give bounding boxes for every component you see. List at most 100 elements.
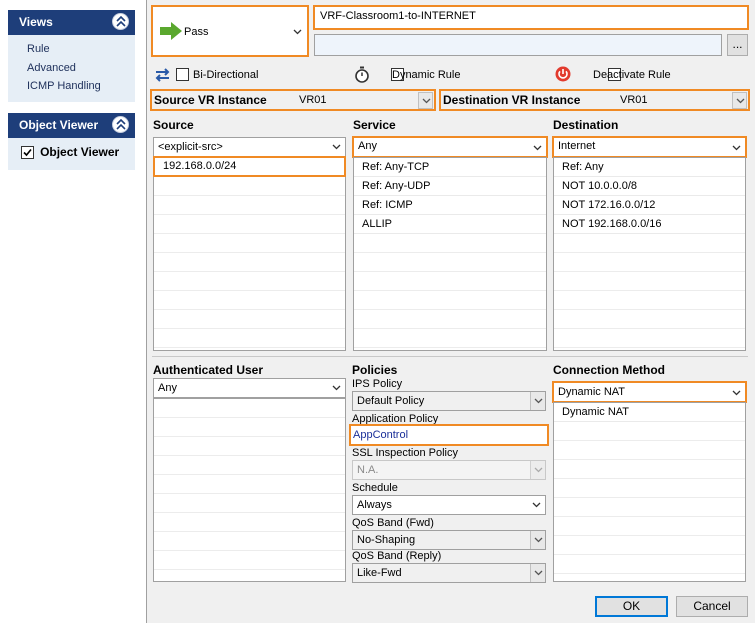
- chevron-down-icon: [293, 29, 302, 35]
- chevron-down-icon: [530, 564, 545, 582]
- bidirectional-checkbox[interactable]: [176, 68, 189, 81]
- chevron-down-icon: [732, 390, 741, 396]
- service-header: Service: [353, 118, 396, 132]
- qos-fwd-value: No-Shaping: [357, 534, 416, 546]
- connection-method-select[interactable]: Dynamic NAT: [552, 381, 747, 403]
- chevron-down-icon: [530, 392, 545, 410]
- schedule-label: Schedule: [352, 482, 398, 494]
- object-viewer-checkbox-label: Object Viewer: [40, 145, 120, 159]
- collapse-icon[interactable]: [112, 116, 129, 133]
- chevron-down-icon: [732, 145, 741, 151]
- destination-vr-row: Destination VR Instance VR01: [439, 89, 750, 111]
- chevron-down-icon: [332, 385, 341, 391]
- ips-policy-label: IPS Policy: [352, 378, 403, 390]
- bidirectional-label: Bi-Directional: [193, 69, 259, 81]
- source-select-value: <explicit-src>: [158, 141, 223, 153]
- destination-header: Destination: [553, 118, 619, 132]
- qos-reply-label: QoS Band (Reply): [352, 550, 442, 562]
- policies-header: Policies: [352, 363, 398, 377]
- application-policy-field[interactable]: AppControl: [349, 424, 549, 446]
- auth-user-value: Any: [158, 382, 177, 394]
- chevron-down-icon: [532, 502, 541, 508]
- action-select[interactable]: Pass: [151, 5, 309, 57]
- source-header: Source: [153, 118, 194, 132]
- application-policy-value: AppControl: [353, 429, 409, 441]
- source-vr-value: VR01: [299, 94, 327, 106]
- destination-select-value: Internet: [558, 140, 596, 152]
- service-list-item[interactable]: ALLIP: [354, 215, 546, 234]
- views-header[interactable]: Views: [8, 10, 135, 35]
- power-icon: [555, 66, 571, 82]
- destination-vr-label: Destination VR Instance: [443, 93, 581, 107]
- object-viewer-header[interactable]: Object Viewer: [8, 113, 135, 138]
- destination-vr-select[interactable]: VR01: [617, 92, 747, 109]
- collapse-icon[interactable]: [112, 13, 129, 30]
- chevron-down-icon: [530, 531, 545, 549]
- pass-arrow-icon: [160, 22, 182, 40]
- views-item-icmp-handling[interactable]: ICMP Handling: [8, 77, 135, 96]
- ssl-inspection-value: N.A.: [357, 464, 379, 476]
- qos-fwd-label: QoS Band (Fwd): [352, 517, 434, 529]
- source-vr-select[interactable]: VR01: [296, 92, 433, 109]
- cancel-button[interactable]: Cancel: [676, 596, 748, 617]
- rule-name-value: VRF-Classroom1-to-INTERNET: [320, 10, 476, 22]
- auth-user-select[interactable]: Any: [153, 378, 346, 398]
- object-viewer-section: Object Viewer Object Viewer: [8, 113, 135, 170]
- auth-user-list: [153, 398, 346, 582]
- views-item-rule[interactable]: Rule: [8, 40, 135, 59]
- qos-reply-value: Like-Fwd: [357, 567, 402, 579]
- views-section: Views Rule Advanced ICMP Handling: [8, 10, 135, 102]
- chevron-down-icon: [530, 461, 545, 479]
- service-select-value: Any: [358, 140, 377, 152]
- dynamic-rule-label: Dynamic Rule: [392, 69, 461, 81]
- stopwatch-icon: [355, 66, 369, 83]
- rule-comment-field[interactable]: [314, 34, 722, 56]
- schedule-value: Always: [357, 499, 392, 511]
- source-vr-row: Source VR Instance VR01: [150, 89, 436, 111]
- source-vr-label: Source VR Instance: [154, 93, 267, 107]
- left-panel: Views Rule Advanced ICMP Handling Object…: [0, 0, 147, 623]
- chevron-down-icon: [418, 92, 433, 109]
- more-button[interactable]: ...: [727, 34, 748, 56]
- service-select[interactable]: Any: [352, 136, 548, 158]
- deactivate-rule-label: Deactivate Rule: [593, 69, 671, 81]
- service-list-item[interactable]: Ref: Any-TCP: [354, 158, 546, 177]
- schedule-select[interactable]: Always: [352, 495, 546, 515]
- connection-method-list: Dynamic NAT: [553, 402, 746, 582]
- service-list-item[interactable]: Ref: ICMP: [354, 196, 546, 215]
- source-select[interactable]: <explicit-src>: [153, 137, 346, 157]
- views-title: Views: [19, 15, 53, 29]
- bidirectional-icon: [155, 68, 170, 82]
- destination-list-item[interactable]: NOT 10.0.0.0/8: [554, 177, 745, 196]
- service-list: Ref: Any-TCP Ref: Any-UDP Ref: ICMP ALLI…: [353, 157, 547, 351]
- destination-list-item[interactable]: Ref: Any: [554, 158, 745, 177]
- source-list-item[interactable]: 192.168.0.0/24: [153, 156, 346, 177]
- qos-reply-select[interactable]: Like-Fwd: [352, 563, 546, 583]
- destination-select[interactable]: Internet: [552, 136, 747, 158]
- ssl-inspection-label: SSL Inspection Policy: [352, 447, 458, 459]
- rule-name-field[interactable]: VRF-Classroom1-to-INTERNET: [313, 5, 749, 30]
- destination-list-item[interactable]: NOT 192.168.0.0/16: [554, 215, 745, 234]
- destination-list-item[interactable]: NOT 172.16.0.0/12: [554, 196, 745, 215]
- destination-list: Ref: Any NOT 10.0.0.0/8 NOT 172.16.0.0/1…: [553, 157, 746, 351]
- object-viewer-title: Object Viewer: [19, 118, 99, 132]
- source-item-label: 192.168.0.0/24: [163, 160, 237, 172]
- auth-user-header: Authenticated User: [153, 363, 264, 377]
- section-divider: [152, 356, 748, 357]
- ssl-inspection-select[interactable]: N.A.: [352, 460, 546, 480]
- ips-policy-select[interactable]: Default Policy: [352, 391, 546, 411]
- views-item-advanced[interactable]: Advanced: [8, 59, 135, 78]
- destination-vr-value: VR01: [620, 94, 648, 106]
- chevron-down-icon: [332, 144, 341, 150]
- action-value: Pass: [184, 26, 209, 38]
- ok-button[interactable]: OK: [595, 596, 668, 617]
- source-list: [153, 157, 346, 351]
- object-viewer-checkbox[interactable]: [21, 145, 34, 159]
- chevron-down-icon: [533, 145, 542, 151]
- qos-fwd-select[interactable]: No-Shaping: [352, 530, 546, 550]
- connection-method-value: Dynamic NAT: [558, 386, 626, 398]
- connection-method-list-item[interactable]: Dynamic NAT: [554, 403, 745, 422]
- ips-policy-value: Default Policy: [357, 395, 425, 407]
- object-viewer-body: Object Viewer: [8, 138, 135, 170]
- service-list-item[interactable]: Ref: Any-UDP: [354, 177, 546, 196]
